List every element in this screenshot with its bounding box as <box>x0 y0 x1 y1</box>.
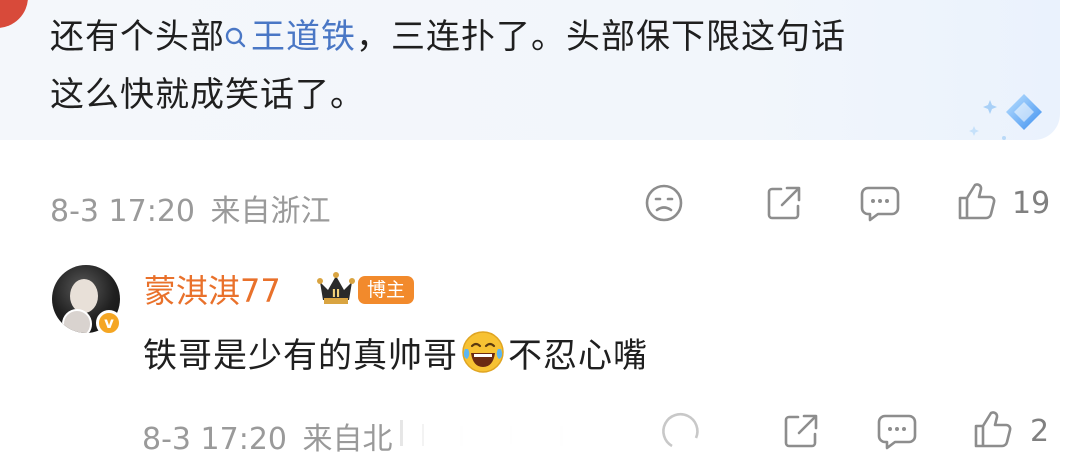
sad-face-icon[interactable] <box>643 182 685 224</box>
comment-time: 8-3 17:20 <box>50 194 195 229</box>
comment-meta: 8-3 17:20 来自浙江 <box>50 186 331 230</box>
mention-text[interactable]: 王道铁 <box>251 17 356 57</box>
avatar-inset <box>62 309 92 333</box>
sad-face-icon[interactable] <box>660 410 702 452</box>
comment-text-line2: 这么快就成笑话了。 <box>50 75 365 115</box>
comment-location: 来自浙江 <box>210 194 331 229</box>
mention-link[interactable]: 王道铁 <box>225 17 356 57</box>
reply-text: 铁哥是少有的真帅哥 不忍心嘴 <box>143 329 648 379</box>
crown-level-icon: II <box>317 272 355 304</box>
sparkle-decoration-icon <box>969 94 1042 140</box>
laughing-tears-emoji-icon <box>462 331 504 373</box>
svg-text:II: II <box>332 287 340 300</box>
reply-like-count: 2 <box>1030 414 1050 449</box>
reply-time: 8-3 17:20 <box>142 422 287 457</box>
thumb-up-icon[interactable] <box>954 180 998 224</box>
comment-icon[interactable] <box>858 182 902 224</box>
comment-icon[interactable] <box>875 410 919 452</box>
comment-text-part: 还有个头部 <box>50 17 225 57</box>
share-icon[interactable] <box>763 182 805 224</box>
comment-text-part: ，三连扑了。头部保下限这句话 <box>356 17 846 57</box>
reply-meta: 8-3 17:20 来自北 <box>142 414 393 458</box>
reply-username[interactable]: 蒙淇淇77 <box>144 266 281 312</box>
verified-badge-icon: v <box>96 310 122 336</box>
avatar-face <box>70 279 98 313</box>
blogger-badge: 博主 <box>358 276 415 304</box>
like-count: 19 <box>1012 186 1051 221</box>
reply-location: 来自北 <box>302 422 393 457</box>
thumb-up-icon[interactable] <box>970 408 1014 452</box>
faded-overlay <box>394 412 694 452</box>
share-icon[interactable] <box>780 410 822 452</box>
search-icon <box>225 27 246 48</box>
comment-text-line1: 还有个头部 王道铁，三连扑了。头部保下限这句话 <box>50 14 846 60</box>
reply-text-part: 铁哥是少有的真帅哥 <box>143 336 458 376</box>
reply-text-part: 不忍心嘴 <box>508 336 648 376</box>
